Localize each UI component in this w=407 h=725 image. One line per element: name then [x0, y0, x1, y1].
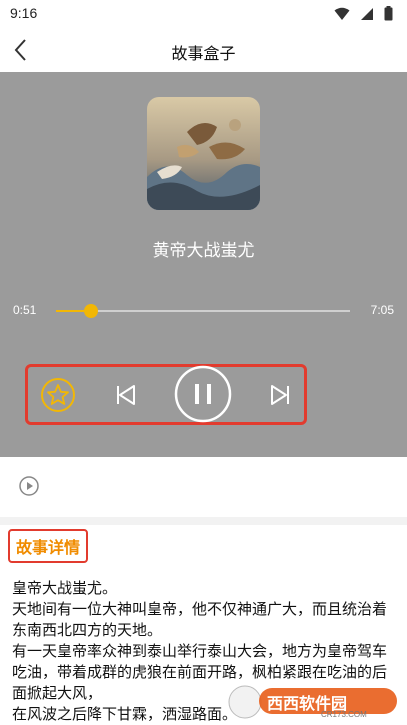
- mini-play-button[interactable]: [18, 475, 40, 501]
- player-panel: 黄帝大战蚩尤 0:51 7:05: [0, 72, 407, 457]
- album-cover: [147, 97, 260, 210]
- pause-icon: [174, 365, 232, 423]
- previous-button[interactable]: [112, 381, 140, 409]
- playback-controls: [25, 364, 307, 425]
- skip-next-icon: [271, 385, 289, 405]
- story-line: 皇帝大战蚩尤。: [12, 579, 118, 597]
- current-time: 0:51: [13, 303, 37, 317]
- status-icons: [334, 6, 393, 21]
- watermark-subtext: CR173.COM: [321, 710, 367, 719]
- progress-knob[interactable]: [84, 304, 99, 318]
- status-bar: 9:16: [0, 0, 407, 28]
- pause-button[interactable]: [174, 365, 232, 423]
- app-header: 故事盒子: [0, 28, 407, 72]
- favorite-button[interactable]: [40, 377, 76, 413]
- skip-previous-icon: [117, 385, 135, 405]
- status-time: 9:16: [10, 5, 38, 21]
- total-time: 7:05: [370, 303, 394, 317]
- star-icon: [41, 378, 75, 412]
- wifi-icon: [334, 7, 350, 20]
- play-circle-icon: [19, 476, 39, 496]
- signal-icon: [361, 7, 373, 20]
- song-title: 黄帝大战蚩尤: [152, 241, 255, 261]
- story-line: 天地间有一位大神叫皇帝，他不仅神通广大，而且统治着东南西北四方的天地。: [12, 600, 388, 639]
- watermark-logo: 西西软件园 CR173.COM: [201, 684, 401, 720]
- story-detail-label: 故事详情: [16, 538, 81, 557]
- page-title: 故事盒子: [171, 44, 236, 63]
- progress-slider[interactable]: [56, 304, 350, 318]
- section-divider: [0, 517, 407, 525]
- story-detail-heading: 故事详情: [8, 529, 89, 563]
- next-button[interactable]: [266, 381, 294, 409]
- battery-icon: [384, 6, 393, 21]
